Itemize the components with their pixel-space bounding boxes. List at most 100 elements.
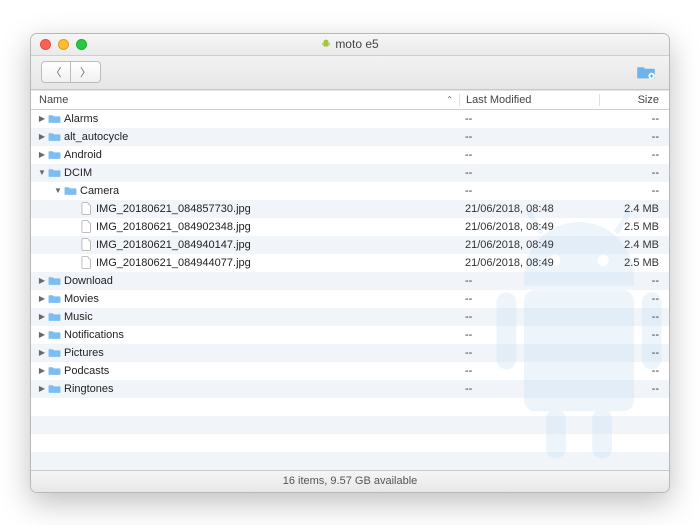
name-cell: ▶Movies [31,293,459,305]
disclosure-triangle-icon[interactable]: ▼ [53,186,63,195]
file-row[interactable]: IMG_20180621_084857730.jpg21/06/2018, 08… [31,200,669,218]
size-cell: -- [599,149,669,161]
titlebar[interactable]: moto e5 [31,34,669,56]
back-button[interactable]: 〈 [41,61,71,83]
folder-plus-icon [636,64,656,80]
folder-row[interactable]: ▶ Pictures ---- [31,344,669,362]
disclosure-triangle-icon[interactable]: ▶ [37,132,47,141]
size-cell: -- [599,347,669,359]
size-cell: -- [599,185,669,197]
size-cell: -- [599,113,669,125]
file-row[interactable]: IMG_20180621_084944077.jpg 21/06/2018, 08… [31,254,669,272]
modified-cell: -- [459,293,599,305]
folder-row[interactable]: ▶Movies---- [31,290,669,308]
size-cell: -- [599,383,669,395]
folder-row[interactable]: ▶Download---- [31,272,669,290]
column-header-name-label: Name [39,94,68,106]
forward-button[interactable]: 〉 [71,61,101,83]
window-title: moto e5 [31,37,669,51]
folder-row[interactable]: ▶ Ringtones ---- [31,380,669,398]
item-label: Ringtones [61,383,114,395]
item-label: IMG_20180621_084940147.jpg [93,239,251,251]
close-icon[interactable] [40,39,51,50]
size-cell: -- [599,311,669,323]
minimize-icon[interactable] [58,39,69,50]
modified-cell: 21/06/2018, 08:48 [459,203,599,215]
toolbar: 〈 〉 [31,56,669,90]
folder-icon [47,275,61,286]
disclosure-triangle-icon[interactable]: ▶ [37,366,47,375]
size-cell: -- [599,365,669,377]
folder-icon [47,131,61,142]
item-label: DCIM [61,167,92,179]
name-cell: ▼ DCIM [31,167,459,179]
disclosure-triangle-icon[interactable]: ▶ [37,348,47,357]
disclosure-triangle-icon[interactable]: ▶ [37,294,47,303]
folder-row[interactable]: ▶alt_autocycle---- [31,128,669,146]
modified-cell: -- [459,329,599,341]
file-list: ▶Alarms----▶alt_autocycle----▶Android---… [31,110,669,470]
zoom-icon[interactable] [76,39,87,50]
column-header-name[interactable]: Name ⌃ [31,94,459,106]
disclosure-triangle-icon[interactable]: ▼ [37,168,47,177]
modified-cell: -- [459,311,599,323]
folder-icon [47,383,61,394]
modified-cell: -- [459,275,599,287]
disclosure-triangle-icon[interactable]: ▶ [37,384,47,393]
folder-icon [47,293,61,304]
modified-cell: -- [459,383,599,395]
item-label: Notifications [61,329,124,341]
disclosure-triangle-icon[interactable]: ▶ [37,150,47,159]
folder-row[interactable]: ▶ Android ---- [31,146,669,164]
status-text: 16 items, 9.57 GB available [283,475,418,487]
name-cell: IMG_20180621_084857730.jpg [31,202,459,215]
name-cell: ▶Music [31,311,459,323]
name-cell: ▶ Pictures [31,347,459,359]
modified-cell: -- [459,167,599,179]
folder-row[interactable]: ▶ Notifications ---- [31,326,669,344]
size-cell: -- [599,167,669,179]
column-headers: Name ⌃ Last Modified Size [31,90,669,110]
item-label: alt_autocycle [61,131,128,143]
modified-cell: -- [459,185,599,197]
disclosure-triangle-icon[interactable]: ▶ [37,114,47,123]
nav-buttons: 〈 〉 [41,61,101,83]
item-label: Android [61,149,102,161]
column-header-size[interactable]: Size [599,94,669,106]
disclosure-triangle-icon[interactable]: ▶ [37,276,47,285]
size-cell: 2.4 MB [599,203,669,215]
disclosure-triangle-icon[interactable]: ▶ [37,312,47,321]
folder-icon [47,113,61,124]
folder-row[interactable]: ▼ DCIM ---- [31,164,669,182]
modified-cell: -- [459,113,599,125]
name-cell: ▶ Download [31,275,459,287]
disclosure-triangle-icon[interactable]: ▶ [37,330,47,339]
file-row[interactable]: IMG_20180621_084940147.jpg21/06/2018, 08… [31,236,669,254]
modified-cell: -- [459,149,599,161]
file-icon [79,256,93,269]
new-folder-button[interactable] [633,61,659,83]
folder-icon [47,329,61,340]
folder-icon [47,149,61,160]
item-label: Pictures [61,347,104,359]
name-cell: IMG_20180621_084944077.jpg [31,256,459,269]
chevron-right-icon: 〉 [80,64,91,80]
size-cell: 2.4 MB [599,239,669,251]
modified-cell: 21/06/2018, 08:49 [459,257,599,269]
column-header-modified[interactable]: Last Modified [459,94,599,106]
modified-cell: -- [459,365,599,377]
folder-row[interactable]: ▼Camera---- [31,182,669,200]
modified-cell: -- [459,347,599,359]
size-cell: 2.5 MB [599,221,669,233]
name-cell: ▶ alt_autocycle [31,131,459,143]
item-label: Download [61,275,113,287]
item-label: IMG_20180621_084944077.jpg [93,257,251,269]
folder-row[interactable]: ▶Music---- [31,308,669,326]
size-cell: -- [599,329,669,341]
folder-row[interactable]: ▶Alarms---- [31,110,669,128]
file-row[interactable]: IMG_20180621_084902348.jpg21/06/2018, 08… [31,218,669,236]
item-label: Podcasts [61,365,109,377]
size-cell: -- [599,293,669,305]
folder-row[interactable]: ▶ Podcasts ---- [31,362,669,380]
android-icon [321,38,331,50]
